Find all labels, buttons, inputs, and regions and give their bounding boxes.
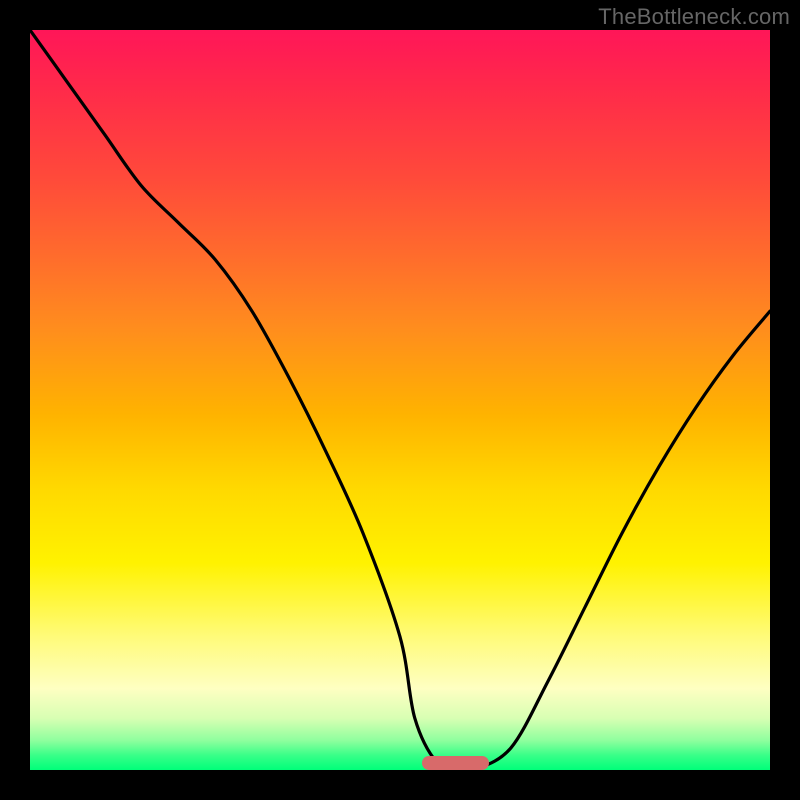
curve-layer <box>30 30 770 770</box>
optimal-range-marker <box>422 756 489 770</box>
watermark-text: TheBottleneck.com <box>598 4 790 30</box>
chart-frame: TheBottleneck.com <box>0 0 800 800</box>
bottleneck-curve <box>30 30 770 770</box>
plot-area <box>30 30 770 770</box>
